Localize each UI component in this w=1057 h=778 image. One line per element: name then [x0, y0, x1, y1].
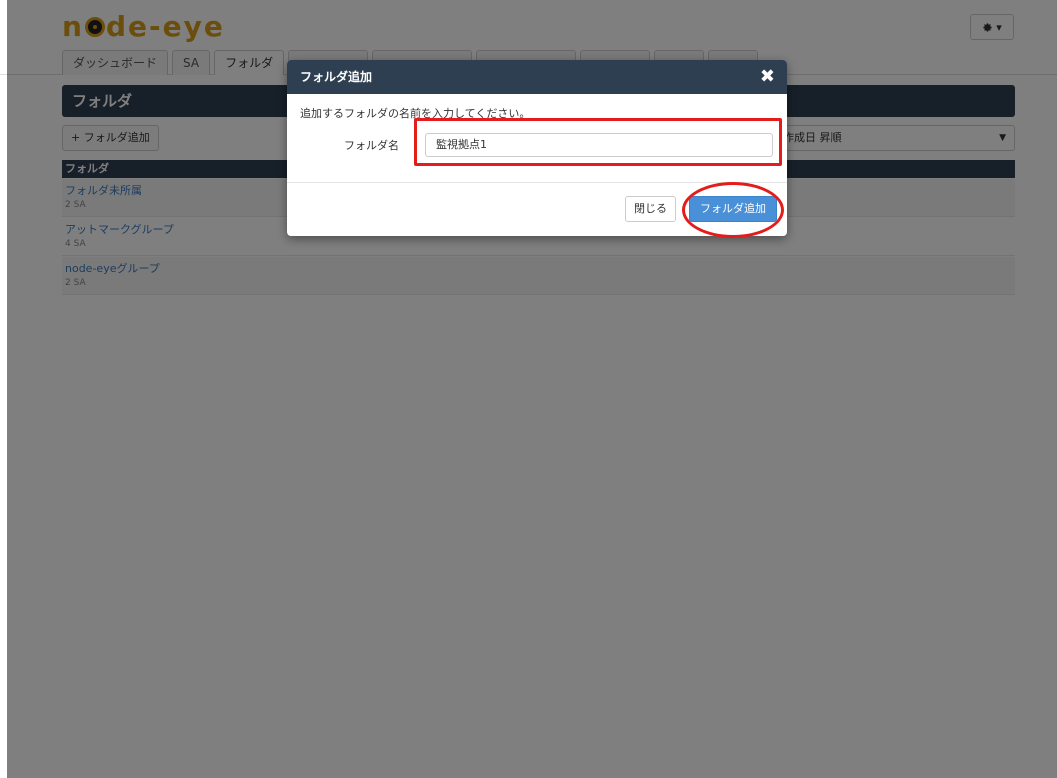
close-icon[interactable]: ✖ — [760, 60, 775, 94]
annotation-highlight-rectangle — [414, 118, 782, 166]
dialog-title: フォルダ追加 — [300, 70, 373, 84]
dialog-close-button[interactable]: 閉じる — [625, 196, 676, 222]
annotation-highlight-ellipse — [682, 182, 784, 238]
folder-name-label: フォルダ名 — [344, 139, 399, 152]
dialog-header: フォルダ追加 ✖ — [287, 60, 787, 94]
page: nde-eye ▾ ダッシュボード SA フォルダ フォルダ + フォルダ追加 … — [0, 0, 1057, 778]
